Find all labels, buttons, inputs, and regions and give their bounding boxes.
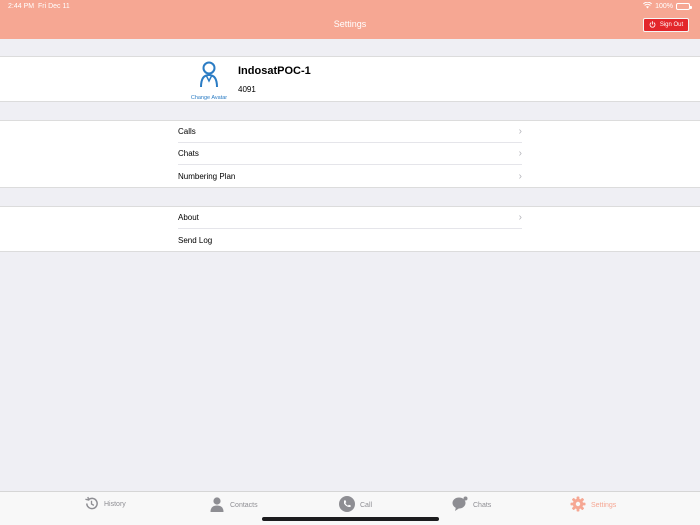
menu-item-label: Calls — [178, 127, 196, 136]
header: 2:44 PM Fri Dec 11 100% Settings Sign Ou… — [0, 0, 700, 39]
contacts-icon — [209, 496, 225, 514]
tab-label: Settings — [591, 501, 617, 509]
menu-item-label: Send Log — [178, 235, 213, 245]
menu-item-send-log[interactable]: Send Log — [178, 229, 522, 251]
home-indicator[interactable] — [262, 517, 439, 521]
status-indicators: 100% — [643, 1, 692, 11]
phone-icon — [339, 496, 355, 514]
chevron-right-icon: › — [518, 126, 522, 137]
page-title: Settings — [333, 19, 367, 29]
menu-item-label: Chats — [178, 149, 199, 158]
settings-section-2: About › Send Log — [0, 206, 700, 252]
history-icon — [84, 496, 99, 513]
chevron-right-icon: › — [518, 212, 522, 223]
tab-settings[interactable]: Settings — [570, 496, 616, 514]
tab-call[interactable]: Call — [339, 496, 372, 514]
settings-section-1: Calls › Chats › Numbering Plan › — [0, 120, 700, 188]
battery-percent: 100% — [655, 3, 673, 10]
profile-name: IndosatPOC-1 — [238, 65, 311, 77]
avatar-icon — [199, 61, 219, 94]
wifi-icon — [643, 1, 653, 11]
profile-section: Change Avatar IndosatPOC-1 4091 — [0, 56, 700, 102]
tab-chats[interactable]: Chats — [452, 496, 491, 514]
tab-label: Call — [360, 501, 373, 509]
change-avatar-button[interactable]: Change Avatar — [187, 61, 231, 101]
tab-label: Chats — [473, 501, 492, 509]
tab-label: Contacts — [230, 501, 258, 509]
menu-item-label: About — [178, 213, 199, 222]
sign-out-button[interactable]: Sign Out — [643, 18, 689, 32]
power-icon — [649, 20, 656, 30]
gear-icon — [570, 496, 586, 514]
sign-out-label: Sign Out — [659, 22, 684, 28]
menu-item-label: Numbering Plan — [178, 171, 236, 181]
status-date: Fri Dec 11 — [38, 3, 70, 10]
tab-history[interactable]: History — [84, 496, 126, 513]
tab-label: History — [104, 501, 126, 508]
chevron-right-icon: › — [518, 170, 522, 182]
menu-item-about[interactable]: About › — [178, 207, 522, 229]
chat-icon — [452, 496, 468, 514]
chevron-right-icon: › — [518, 148, 522, 159]
menu-item-numbering-plan[interactable]: Numbering Plan › — [178, 165, 522, 187]
menu-item-chats[interactable]: Chats › — [178, 143, 522, 165]
menu-item-calls[interactable]: Calls › — [178, 121, 522, 143]
profile-extension: 4091 — [238, 85, 256, 94]
change-avatar-label: Change Avatar — [190, 95, 228, 101]
battery-icon — [676, 3, 692, 10]
status-time: 2:44 PM — [8, 3, 35, 10]
tab-contacts[interactable]: Contacts — [209, 496, 258, 514]
